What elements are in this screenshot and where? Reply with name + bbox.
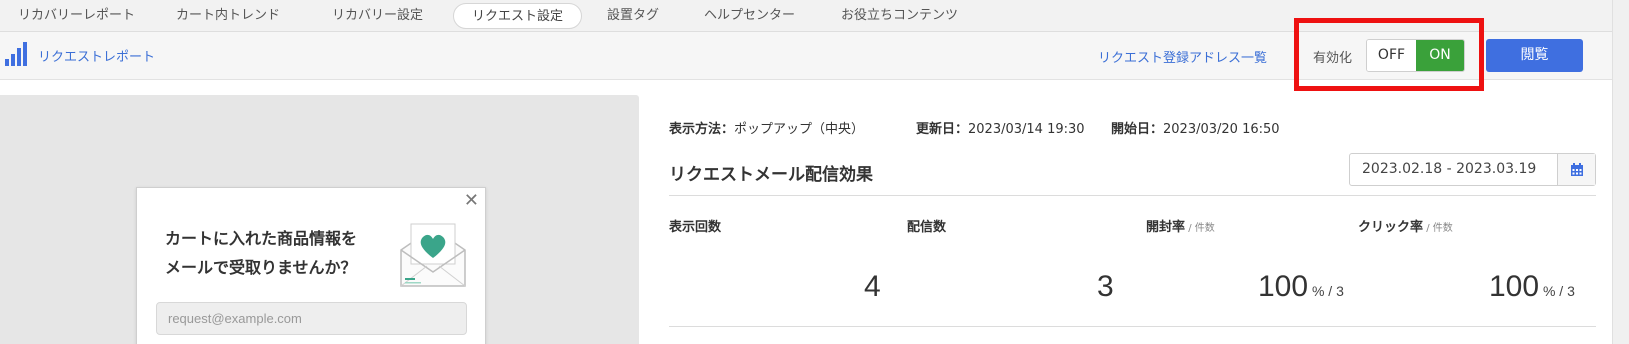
start-value: 2023/03/20 16:50 bbox=[1163, 122, 1280, 137]
stat-label-open-rate: 開封率 / 件数 bbox=[1146, 216, 1215, 235]
stat-unit: / 件数 bbox=[1423, 223, 1453, 234]
updated-value: 2023/03/14 19:30 bbox=[968, 122, 1085, 137]
email-input[interactable]: request@example.com bbox=[156, 302, 467, 335]
start-label: 開始日： bbox=[1111, 122, 1164, 137]
scrollbar[interactable] bbox=[1612, 0, 1629, 344]
tab-cart-trend[interactable]: カート内トレンド bbox=[158, 3, 298, 29]
date-range-text[interactable]: 2023.02.18 - 2023.03.19 bbox=[1350, 154, 1557, 185]
display-method: 表示方法：ポップアップ（中央） bbox=[669, 118, 864, 137]
stat-label-text: 開封率 bbox=[1146, 220, 1186, 235]
section-title: リクエストメール配信効果 bbox=[669, 165, 873, 185]
start-date: 開始日：2023/03/20 16:50 bbox=[1111, 118, 1280, 137]
display-method-value: ポップアップ（中央） bbox=[734, 122, 865, 137]
stat-label-deliveries: 配信数 bbox=[907, 216, 946, 235]
tab-recovery-report[interactable]: リカバリーレポート bbox=[0, 3, 153, 29]
stat-number: 4 bbox=[864, 270, 881, 303]
updated-date: 更新日：2023/03/14 19:30 bbox=[916, 118, 1085, 137]
tab-install-tag[interactable]: 設置タグ bbox=[589, 3, 677, 29]
stat-sub: % / 3 bbox=[1308, 283, 1344, 299]
tab-help-center[interactable]: ヘルプセンター bbox=[686, 3, 813, 29]
popup-heading-line2: メールで受取りませんか？ bbox=[165, 258, 357, 277]
view-button[interactable]: 閲覧 bbox=[1486, 39, 1583, 72]
stat-label-text: クリック率 bbox=[1358, 220, 1424, 235]
tab-recovery-settings[interactable]: リカバリー設定 bbox=[314, 3, 441, 29]
stat-label-click-rate: クリック率 / 件数 bbox=[1358, 216, 1453, 235]
highlight-annotation bbox=[1294, 18, 1484, 91]
stats-divider bbox=[669, 326, 1596, 327]
stat-value-open-rate: 100 % / 3 bbox=[1258, 270, 1344, 304]
display-method-label: 表示方法： bbox=[669, 122, 735, 137]
stat-unit: / 件数 bbox=[1185, 223, 1215, 234]
tab-request-settings[interactable]: リクエスト設定 bbox=[453, 3, 583, 29]
stat-label-impressions: 表示回数 bbox=[669, 216, 721, 235]
bar-chart-icon bbox=[5, 42, 27, 66]
stat-number: 100 bbox=[1258, 270, 1309, 303]
updated-label: 更新日： bbox=[916, 122, 969, 137]
stat-value-impressions: 4 bbox=[864, 270, 881, 304]
tab-useful-content[interactable]: お役立ちコンテンツ bbox=[823, 3, 976, 29]
date-range-picker[interactable]: 2023.02.18 - 2023.03.19 bbox=[1349, 153, 1596, 186]
envelope-heart-icon bbox=[400, 223, 466, 287]
calendar-icon[interactable] bbox=[1557, 154, 1595, 185]
stat-value-deliveries: 3 bbox=[1097, 270, 1114, 304]
request-report-link[interactable]: リクエストレポート bbox=[38, 46, 155, 65]
stat-label-text: 表示回数 bbox=[669, 220, 722, 235]
popup-heading: カートに入れた商品情報を メールで受取りませんか？ bbox=[165, 224, 395, 282]
stat-number: 3 bbox=[1097, 270, 1114, 303]
request-address-list-link[interactable]: リクエスト登録アドレス一覧 bbox=[1098, 47, 1267, 66]
popup-heading-line1: カートに入れた商品情報を bbox=[165, 229, 358, 248]
section-divider bbox=[669, 195, 1596, 196]
stat-value-click-rate: 100 % / 3 bbox=[1489, 270, 1575, 304]
stat-number: 100 bbox=[1489, 270, 1540, 303]
stat-sub: % / 3 bbox=[1539, 283, 1575, 299]
request-popup: ✕ カートに入れた商品情報を メールで受取りませんか？ request@exam… bbox=[136, 187, 486, 344]
stat-label-text: 配信数 bbox=[907, 220, 947, 235]
close-icon[interactable]: ✕ bbox=[464, 190, 479, 211]
